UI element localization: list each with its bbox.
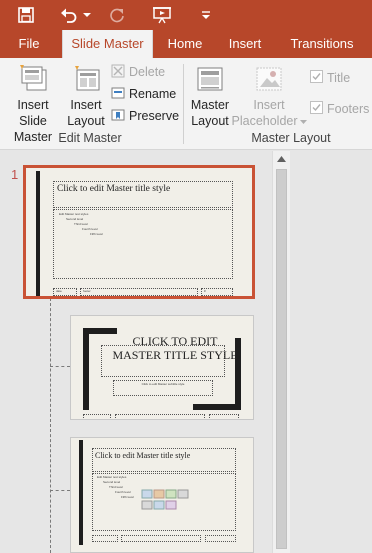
title-placeholder: Click to edit Master title style xyxy=(53,181,233,208)
master-layout-label-1: Master xyxy=(190,98,230,112)
delete-label: Delete xyxy=(129,65,166,79)
rename-button[interactable]: Rename xyxy=(111,84,176,104)
bullet-level-1: Edit Master text styles xyxy=(59,212,89,216)
slideshow-icon[interactable] xyxy=(150,4,174,26)
chevron-down-icon[interactable] xyxy=(82,4,92,26)
title-content-layout-thumbnail[interactable]: Click to edit Master title style Edit Ma… xyxy=(70,437,254,553)
group-separator xyxy=(183,64,184,144)
layout-connector-line xyxy=(50,490,70,491)
layout-connector-line xyxy=(50,366,70,367)
undo-icon[interactable] xyxy=(58,4,80,26)
checkbox-checked-icon xyxy=(310,101,323,117)
slide-frame-bottom xyxy=(193,404,241,410)
subtitle-placeholder: Click to edit Master subtitle style xyxy=(113,380,213,396)
insert-placeholder-button: Insert Placeholder xyxy=(231,64,307,129)
tab-transitions[interactable]: Transitions xyxy=(280,30,364,58)
rename-icon xyxy=(111,86,125,103)
title-slide-layout-thumbnail[interactable]: CLICK TO EDIT MASTER TITLE STYLE Click t… xyxy=(70,315,254,420)
insert-slide-master-label-1: Insert Slide xyxy=(17,98,49,128)
date-placeholder xyxy=(83,414,111,419)
chevron-down-icon xyxy=(299,113,307,129)
quick-access-toolbar xyxy=(0,0,372,30)
tab-slide-master[interactable]: Slide Master xyxy=(62,30,153,58)
slide-accent-bar xyxy=(79,440,83,545)
preserve-icon xyxy=(111,108,125,125)
checkbox-checked-icon xyxy=(310,70,323,86)
scroll-up-arrow-icon[interactable] xyxy=(273,151,290,167)
slide-number-placeholder: # xyxy=(201,288,233,296)
tab-home[interactable]: Home xyxy=(160,30,210,58)
insert-layout-icon xyxy=(71,64,101,94)
title-checkbox: Title xyxy=(310,68,350,88)
body-placeholder: Edit Master text styles Second level Thi… xyxy=(53,209,233,279)
slide-master-thumbnail[interactable]: Click to edit Master title style Edit Ma… xyxy=(23,165,255,299)
insert-placeholder-label-2: Placeholder xyxy=(231,114,298,128)
footers-checkbox: Footers xyxy=(310,99,369,119)
master-connector-line xyxy=(50,298,51,553)
title-placeholder-text: Click to edit Master title style xyxy=(57,184,171,194)
slide-frame-left xyxy=(83,328,89,410)
master-layout-button[interactable]: Master Layout xyxy=(187,64,233,129)
content-insert-icons xyxy=(141,489,189,518)
insert-layout-label-2: Layout xyxy=(67,114,105,128)
ribbon-tabs: File Slide Master Home Insert Transition… xyxy=(0,30,372,58)
preserve-button[interactable]: Preserve xyxy=(111,106,179,126)
insert-placeholder-label-1: Insert xyxy=(253,98,285,112)
rename-label: Rename xyxy=(129,87,177,101)
scrollbar-thumb[interactable] xyxy=(276,169,287,549)
ribbon: Insert Slide Master Insert Layout Delete… xyxy=(0,58,372,150)
bullet-level-5: Fifth level xyxy=(90,232,103,236)
slide-number: 1 xyxy=(11,167,19,182)
slide-number-placeholder xyxy=(205,535,236,542)
tab-file[interactable]: File xyxy=(8,30,50,58)
slide-number-placeholder xyxy=(209,414,239,419)
title-placeholder: Click to edit Master title style xyxy=(92,448,236,472)
footer-placeholder: footer xyxy=(80,288,198,296)
insert-placeholder-icon xyxy=(253,64,285,94)
preserve-label: Preserve xyxy=(129,109,180,123)
date-placeholder: date xyxy=(53,288,77,296)
title-checkbox-label: Title xyxy=(327,71,351,85)
footer-placeholder xyxy=(115,414,205,419)
insert-layout-button[interactable]: Insert Layout xyxy=(66,64,106,129)
delete-button: Delete xyxy=(111,62,165,82)
delete-icon xyxy=(111,64,125,81)
footers-checkbox-label: Footers xyxy=(327,102,370,116)
tab-insert[interactable]: Insert xyxy=(220,30,270,58)
footer-placeholder xyxy=(121,535,201,542)
thumbnail-scrollbar[interactable] xyxy=(272,151,290,553)
edit-master-group-label: Edit Master xyxy=(58,131,122,145)
save-icon[interactable] xyxy=(14,4,38,26)
subtitle-placeholder-text: Click to edit Master subtitle style xyxy=(141,382,185,386)
master-layout-icon xyxy=(195,64,225,94)
slide-accent-bar xyxy=(36,171,40,296)
redo-icon xyxy=(106,4,128,26)
insert-slide-master-icon xyxy=(18,64,48,94)
content-placeholder: Edit Master text styles Second level Thi… xyxy=(92,473,236,531)
master-layout-group-label: Master Layout xyxy=(251,131,331,145)
customize-qat-icon[interactable] xyxy=(198,4,214,26)
master-layout-label-2: Layout xyxy=(191,114,229,128)
title-placeholder-text: CLICK TO EDIT MASTER TITLE STYLE xyxy=(112,334,238,362)
title-placeholder-text: Click to edit Master title style xyxy=(95,451,191,460)
date-placeholder xyxy=(92,535,118,542)
insert-layout-label-1: Insert xyxy=(70,98,102,112)
